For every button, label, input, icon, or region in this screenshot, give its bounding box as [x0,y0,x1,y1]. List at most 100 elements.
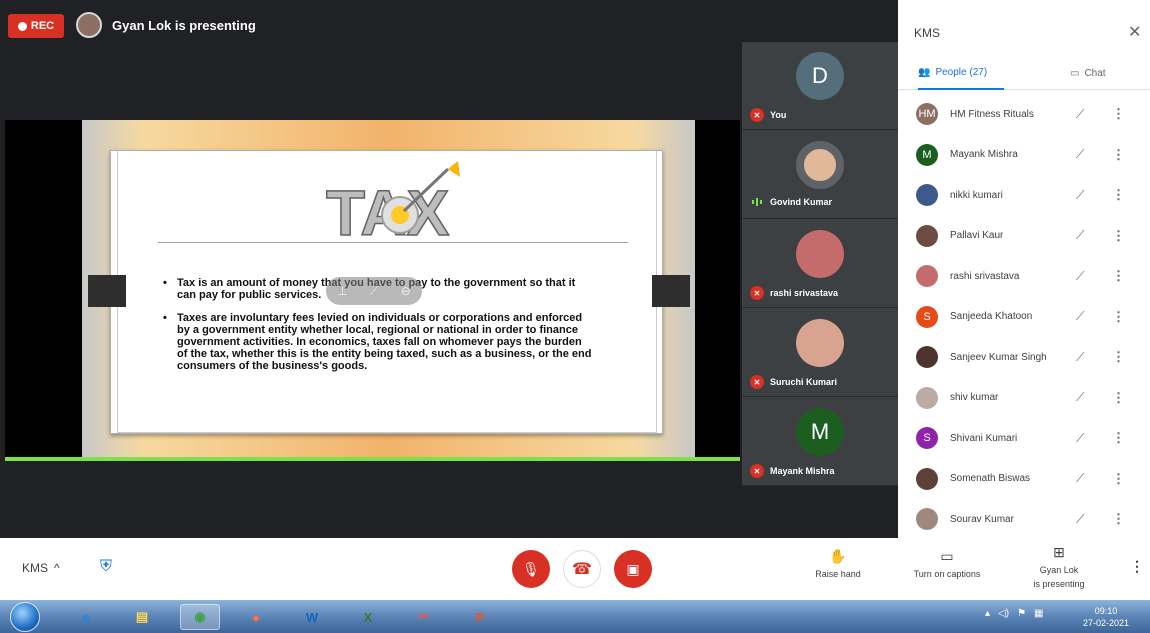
slide-left-edge [88,275,126,307]
clock-date: 27-02-2021 [1082,618,1130,628]
more-options-icon[interactable]: ⋮ [1112,309,1125,325]
more-options-icon[interactable]: ⋮ [1112,349,1125,365]
more-options-icon[interactable]: ⋮ [1112,147,1125,163]
avatar: M [916,143,938,166]
microphone-button[interactable]: 🎙 [512,550,550,588]
people-list-item[interactable]: M Mayank Mishra ⟋ ⋮ [898,135,1150,176]
file-explorer-icon[interactable]: ▤ [122,604,162,630]
people-list-item[interactable]: rashi srivastava ⟋ ⋮ [898,256,1150,297]
participant-filmstrip: D ✕ You Govind Kumar ✕ rashi srivastava [742,42,898,486]
participant-tile[interactable]: ✕ rashi srivastava [742,220,898,308]
people-list-item[interactable]: Pallavi Kaur ⟋ ⋮ [898,216,1150,257]
participant-name: Suruchi Kumari [770,377,838,387]
avatar [916,467,938,490]
more-options-icon[interactable]: ⋮ [1112,511,1125,527]
mic-off-icon[interactable]: ⟋ [1076,390,1084,405]
mic-off-icon[interactable]: ⟋ [1076,269,1084,284]
volume-icon[interactable]: ◁) [998,608,1009,619]
dart-flight-icon [448,161,460,177]
leave-call-button[interactable]: ☎ [563,550,601,588]
people-list-item[interactable]: Somenath Biswas ⟋ ⋮ [898,459,1150,500]
mic-off-icon[interactable]: ⟋ [1076,188,1084,203]
mic-off-icon[interactable]: ⟋ [1076,471,1084,486]
tab-people[interactable]: 👥 People (27) [918,56,1004,90]
tax-logo-icon: TAX [325,161,460,247]
internet-explorer-icon[interactable]: e [66,604,106,630]
more-options-icon[interactable]: ⋮ [1112,228,1125,244]
people-list-item[interactable]: S Sanjeeda Khatoon ⟋ ⋮ [898,297,1150,338]
tab-chat[interactable]: ▭ Chat [1070,56,1106,90]
raise-hand-label: Raise hand [815,569,861,579]
participant-tile[interactable]: Govind Kumar [742,131,898,219]
present-button[interactable]: ⊞ Gyan Lok is presenting [1024,544,1094,589]
more-options-icon[interactable]: ⋮ [1112,430,1125,446]
tray-arrow-icon[interactable]: ▴ [985,608,990,619]
tab-people-label: People (27) [935,66,988,78]
camera-off-icon: ▣ [626,560,640,577]
meeting-details-button[interactable]: KMS ^ [22,561,60,575]
mic-off-icon[interactable]: ⟋ [1076,107,1084,122]
mic-off-icon[interactable]: ⟋ [1076,512,1084,527]
firefox-icon[interactable]: ● [236,604,276,630]
more-options-icon[interactable]: ⋮ [1112,471,1125,487]
people-list-item[interactable]: shiv kumar ⟋ ⋮ [898,378,1150,419]
person-name: nikki kumari [950,189,1003,201]
recording-badge: REC [8,14,64,38]
pin-icon[interactable]: ⊥ [337,284,347,298]
person-name: Pallavi Kaur [950,230,1004,242]
captions-button[interactable]: ▭ Turn on captions [905,548,989,579]
more-options-icon[interactable]: ⋮ [1112,268,1125,284]
mic-off-icon[interactable]: ⟋ [1076,228,1084,243]
mic-off-icon[interactable]: ⟋ [1076,309,1084,324]
word-icon[interactable]: W [292,604,332,630]
start-button[interactable] [10,602,40,632]
more-options-icon[interactable]: ⋮ [1112,106,1125,122]
powerpoint-icon[interactable]: P [460,604,500,630]
mic-off-icon[interactable]: ⟋ [1076,147,1084,162]
participant-tile[interactable]: ✕ Suruchi Kumari [742,309,898,397]
action-center-icon[interactable]: ⚑ [1017,608,1026,619]
people-list-item[interactable]: Sanjeev Kumar Singh ⟋ ⋮ [898,337,1150,378]
mic-off-icon[interactable]: ⟋ [1076,431,1084,446]
clock[interactable]: 09:10 27-02-2021 [1076,605,1136,629]
mic-off-icon[interactable]: ⟋ [1076,350,1084,365]
participant-tile[interactable]: M ✕ Mayank Mishra [742,398,898,486]
more-options-icon[interactable]: ⋮ [1112,390,1125,406]
person-name: Sanjeev Kumar Singh [950,351,1047,363]
people-list-item[interactable]: S Shivani Kumari ⟋ ⋮ [898,418,1150,459]
present-label-line1: Gyan Lok [1039,565,1079,575]
camera-button[interactable]: ▣ [614,550,652,588]
present-label-line2: is presenting [1033,579,1085,589]
shield-icon[interactable]: ⛨ [100,558,118,578]
more-options-icon[interactable]: ⋮ [1130,558,1144,575]
record-dot-icon [17,21,27,31]
remove-icon[interactable]: ⊖ [401,284,411,298]
people-list-item[interactable]: Sourav Kumar ⟋ ⋮ [898,499,1150,540]
snipping-tool-icon[interactable]: ✂ [404,604,444,630]
person-name: Mayank Mishra [950,149,1018,161]
mute-participant-icon[interactable]: ⟋ [370,284,378,299]
tile-label: ✕ Suruchi Kumari [750,375,837,389]
network-icon[interactable]: ▦ [1034,608,1043,619]
people-list-item[interactable]: HM HM Fitness Rituals ⟋ ⋮ [898,94,1150,135]
more-options-icon[interactable]: ⋮ [1112,187,1125,203]
hang-up-icon: ☎ [572,561,592,578]
presenter-avatar [76,12,102,38]
excel-icon[interactable]: X [348,604,388,630]
chrome-icon[interactable]: ◉ [180,604,220,630]
avatar [916,386,938,409]
avatar [796,319,844,367]
meeting-controls: KMS ^ ⛨ 🎙 ☎ ▣ ✋ Raise hand ▭ Turn on cap… [0,538,1150,600]
participant-name: You [770,110,787,120]
people-list-item[interactable]: nikki kumari ⟋ ⋮ [898,175,1150,216]
tile-label: ✕ Mayank Mishra [750,464,835,478]
avatar [916,265,938,288]
raise-hand-button[interactable]: ✋ Raise hand [805,548,871,579]
participant-name: rashi srivastava [770,288,839,298]
presenter-banner: Gyan Lok is presenting [76,12,256,38]
person-name: rashi srivastava [950,270,1020,282]
close-icon[interactable]: ✕ [1128,22,1141,42]
participant-tile[interactable]: D ✕ You [742,42,898,130]
person-name: Shivani Kumari [950,432,1018,444]
presentation-overlay-controls: ⊥ ⟋ ⊖ [326,277,422,305]
